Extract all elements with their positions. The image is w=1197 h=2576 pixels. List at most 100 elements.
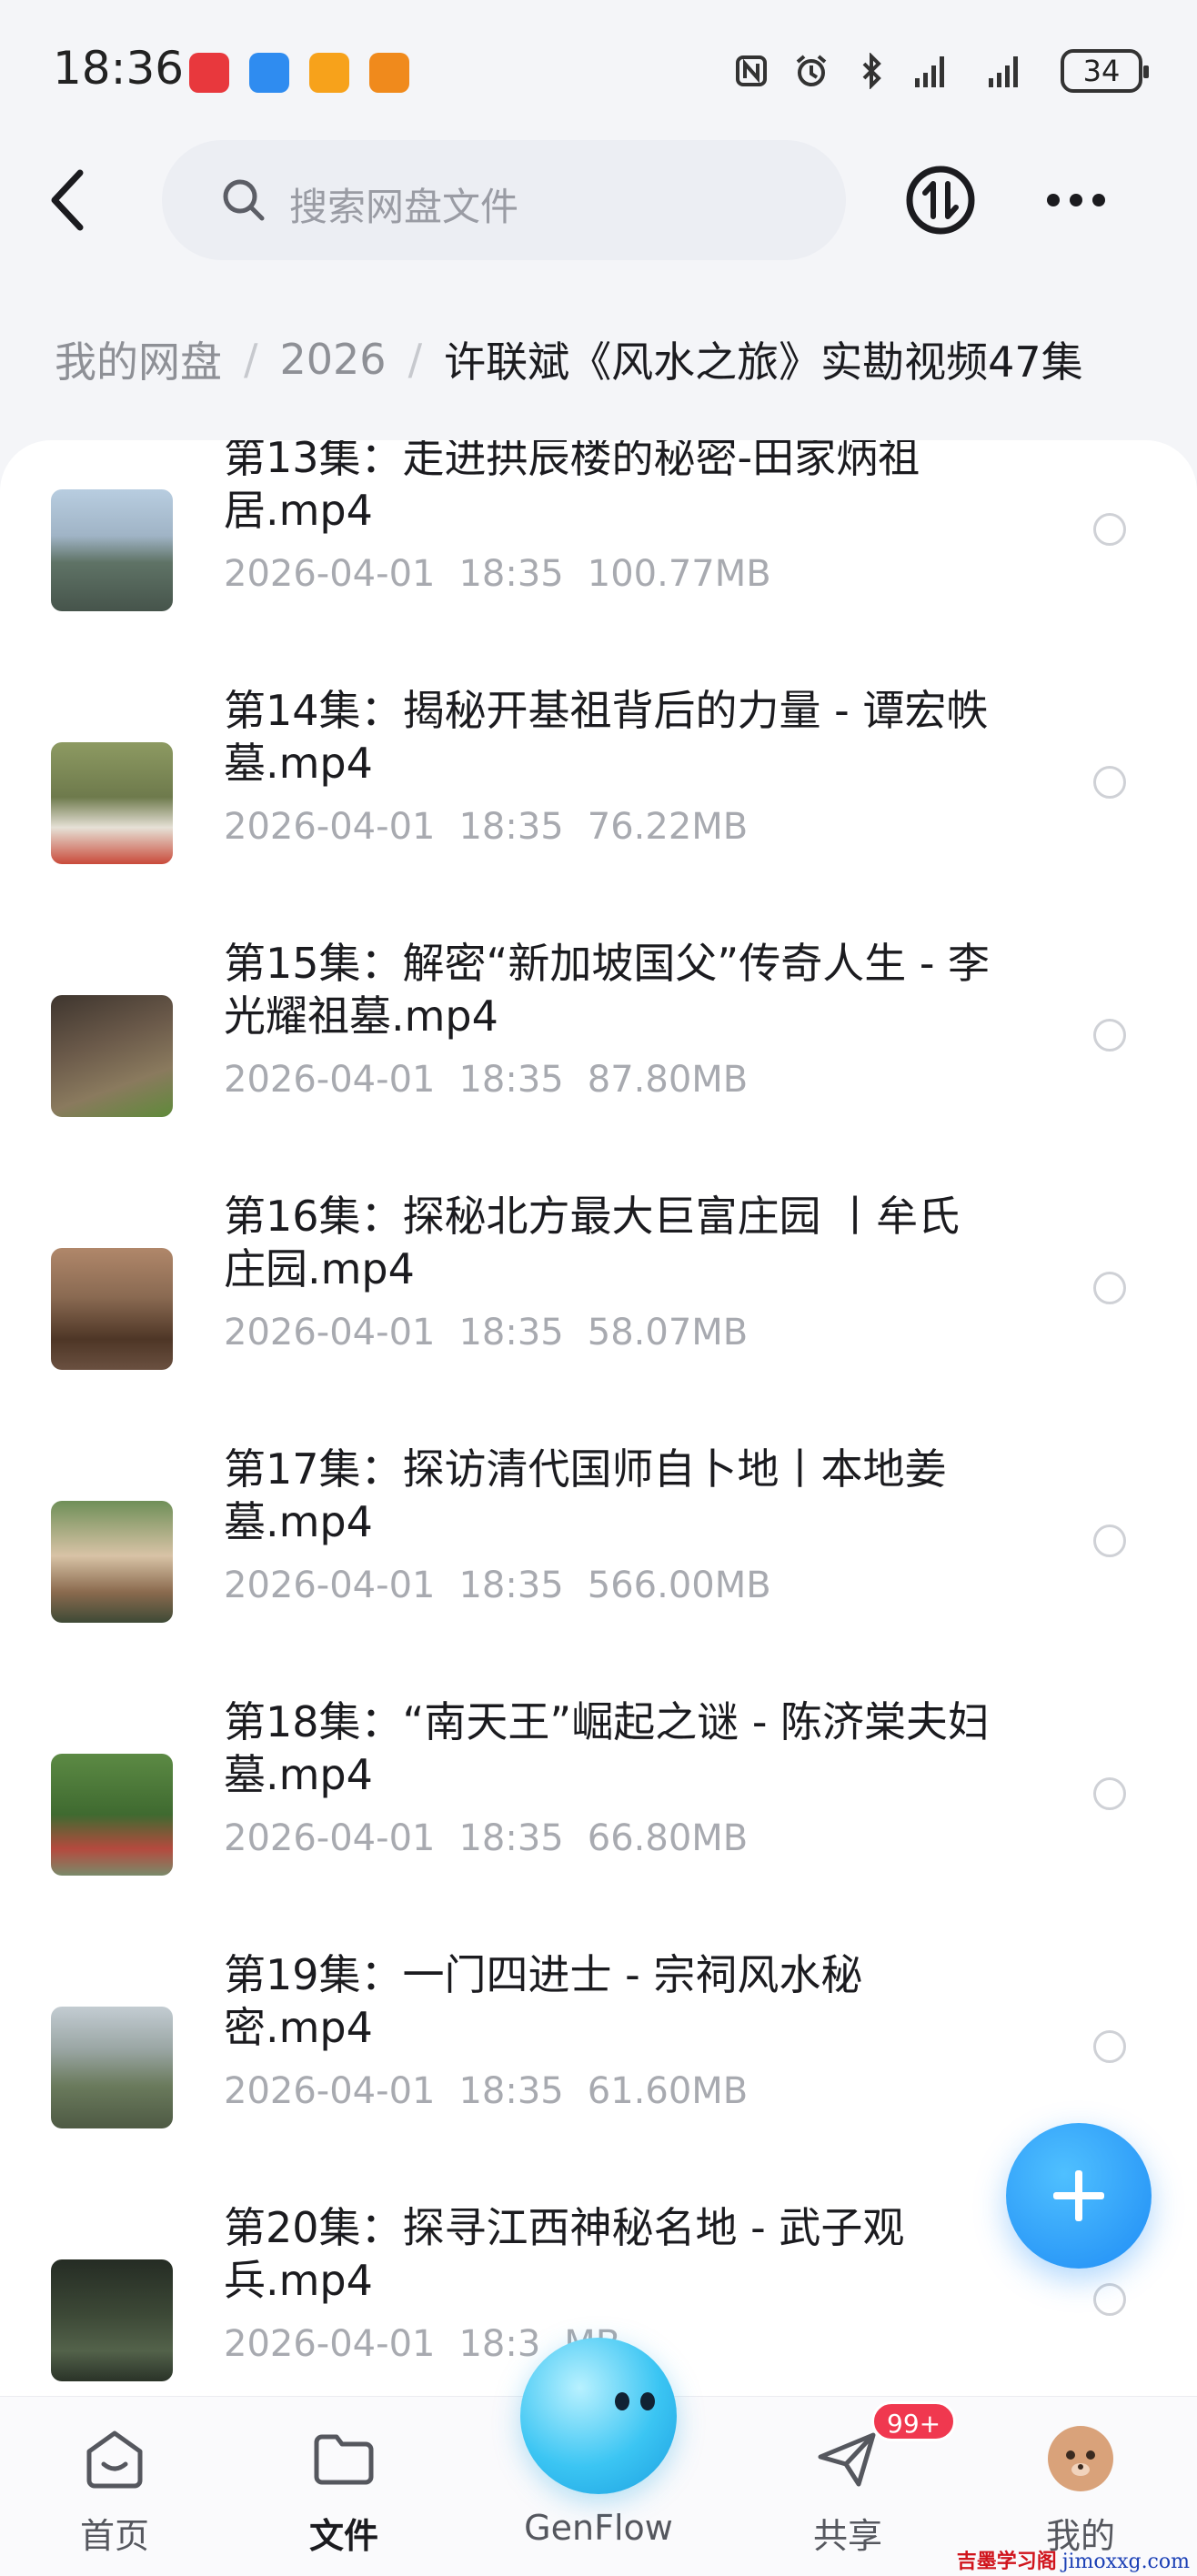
file-meta: 2026-04-01 18:35 566.00MB xyxy=(224,1565,795,1606)
app-notification-icon xyxy=(189,53,229,93)
watermark-en: jimoxxg.com xyxy=(1061,2551,1190,2573)
select-checkbox[interactable] xyxy=(1093,766,1126,799)
search-bar[interactable]: 搜索网盘文件 xyxy=(162,140,846,260)
video-thumbnail xyxy=(51,742,173,864)
back-arrow-icon[interactable] xyxy=(44,164,98,236)
file-time: 18:3 xyxy=(458,2323,541,2365)
status-bar: 18:36 34 xyxy=(0,0,1197,136)
file-name: 第14集：揭秘开基祖背后的力量 - 谭宏帙墓.mp4 xyxy=(224,686,989,788)
orb-eye xyxy=(615,2392,629,2410)
share-icon xyxy=(818,2432,876,2487)
file-date: 2026-04-01 xyxy=(224,806,436,848)
file-date: 2026-04-01 xyxy=(224,2323,436,2365)
file-time: 18:35 xyxy=(458,1817,564,1859)
file-size: 58.07MB xyxy=(587,1312,749,1353)
select-checkbox[interactable] xyxy=(1093,2030,1126,2063)
file-time: 18:35 xyxy=(458,2070,564,2112)
nav-home[interactable]: 首页 xyxy=(24,2397,206,2576)
nav-files[interactable]: 文件 xyxy=(253,2397,435,2576)
file-size: 566.00MB xyxy=(587,1565,771,1606)
video-thumbnail xyxy=(51,1248,173,1370)
file-time: 18:35 xyxy=(458,553,564,595)
breadcrumb-separator: / xyxy=(407,335,423,384)
search-placeholder: 搜索网盘文件 xyxy=(289,185,519,229)
file-meta: 2026-04-01 18:35 58.07MB xyxy=(224,1312,771,1353)
select-checkbox[interactable] xyxy=(1093,1524,1126,1557)
breadcrumb-2026[interactable]: 2026 xyxy=(280,335,387,384)
alarm-icon xyxy=(796,55,827,86)
file-name: 第19集：一门四进士 - 宗祠风水秘密.mp4 xyxy=(224,1950,863,2052)
file-row[interactable]: 第16集：探秘北方最大巨富庄园 丨牟氏庄园.mp4 2026-04-01 18:3… xyxy=(0,1190,1197,1443)
bluetooth-icon xyxy=(862,53,881,89)
breadcrumb-current-folder: 许联斌《风水之旅》实勘视频47集 xyxy=(444,337,1083,387)
file-size: 100.77MB xyxy=(587,553,771,595)
file-size: 66.80MB xyxy=(587,1817,749,1859)
file-meta: 2026-04-01 18:35 66.80MB xyxy=(224,1817,771,1859)
file-row[interactable]: 第17集：探访清代国师自卜地丨本地姜墓.mp4 2026-04-01 18:35 5… xyxy=(0,1443,1197,1696)
file-row[interactable]: 第13集：走进拱辰楼的秘密-田家炳祖居.mp4 2026-04-01 18:35 1… xyxy=(0,440,1197,684)
add-button[interactable] xyxy=(1006,2123,1152,2269)
select-checkbox[interactable] xyxy=(1093,1272,1126,1304)
file-date: 2026-04-01 xyxy=(224,1059,436,1101)
select-checkbox[interactable] xyxy=(1093,513,1126,546)
video-thumbnail xyxy=(51,1501,173,1623)
video-thumbnail xyxy=(51,489,173,611)
nav-label: 首页 xyxy=(79,2516,149,2556)
file-time: 18:35 xyxy=(458,1312,564,1353)
signal-icon xyxy=(915,56,944,87)
file-size: 76.22MB xyxy=(587,806,749,848)
video-thumbnail xyxy=(51,2259,173,2381)
status-time: 18:36 xyxy=(53,42,185,95)
file-name: 第20集：探寻江西神秘名地 - 武子观兵.mp4 xyxy=(224,2203,905,2305)
breadcrumb-separator: / xyxy=(244,335,258,384)
file-time: 18:35 xyxy=(458,1565,564,1606)
select-checkbox[interactable] xyxy=(1093,1777,1126,1810)
file-name: 第18集：“南天王”崛起之谜 - 陈济棠夫妇墓.mp4 xyxy=(224,1697,991,1799)
select-checkbox[interactable] xyxy=(1093,2283,1126,2316)
folder-icon xyxy=(314,2434,374,2485)
file-row[interactable]: 第18集：“南天王”崛起之谜 - 陈济棠夫妇墓.mp4 2026-04-01 18… xyxy=(0,1696,1197,1948)
notification-app-icons xyxy=(189,53,409,93)
file-meta: 2026-04-01 18:35 76.22MB xyxy=(224,806,771,848)
video-thumbnail xyxy=(51,2007,173,2128)
orb-eye xyxy=(640,2392,655,2410)
file-size: 87.80MB xyxy=(587,1059,749,1101)
app-notification-icon xyxy=(249,53,289,93)
file-meta: 2026-04-01 18:35 61.60MB xyxy=(224,2070,771,2112)
share-notification-badge: 99+ xyxy=(871,2401,957,2441)
file-date: 2026-04-01 xyxy=(224,1565,436,1606)
more-icon[interactable] xyxy=(1044,187,1108,213)
video-thumbnail xyxy=(51,1754,173,1876)
watermark: 吉墨学习阁 jimoxxg.com xyxy=(957,2545,1190,2574)
file-row[interactable]: 第14集：揭秘开基祖背后的力量 - 谭宏帙墓.mp4 2026-04-01 18:… xyxy=(0,684,1197,937)
file-meta: 2026-04-01 18:35 100.77MB xyxy=(224,553,795,595)
breadcrumb-my-drive[interactable]: 我的网盘 xyxy=(55,329,222,389)
watermark-cn: 吉墨学习阁 xyxy=(956,2550,1057,2573)
file-date: 2026-04-01 xyxy=(224,1312,436,1353)
signal-2-icon xyxy=(989,56,1018,87)
video-thumbnail xyxy=(51,995,173,1117)
nfc-icon xyxy=(736,55,767,86)
transfer-icon[interactable] xyxy=(904,164,977,236)
nav-label: GenFlow xyxy=(524,2508,673,2548)
file-date: 2026-04-01 xyxy=(224,1817,436,1859)
file-date: 2026-04-01 xyxy=(224,2070,436,2112)
select-checkbox[interactable] xyxy=(1093,1019,1126,1052)
file-name: 第15集：解密“新加坡国父”传奇人生 - 李光耀祖墓.mp4 xyxy=(224,939,991,1041)
file-list: 第13集：走进拱辰楼的秘密-田家炳祖居.mp4 2026-04-01 18:35 1… xyxy=(0,440,1197,2396)
system-status-icons: 34 xyxy=(733,49,1149,93)
nav-label: 文件 xyxy=(308,2516,378,2556)
file-name: 第17集：探访清代国师自卜地丨本地姜墓.mp4 xyxy=(224,1444,947,1546)
file-row[interactable]: 第15集：解密“新加坡国父”传奇人生 - 李光耀祖墓.mp4 2026-04-0… xyxy=(0,937,1197,1190)
app-notification-icon xyxy=(309,53,349,93)
search-icon xyxy=(223,179,265,221)
file-date: 2026-04-01 xyxy=(224,553,436,595)
genflow-icon[interactable] xyxy=(520,2338,677,2494)
avatar-icon xyxy=(1048,2426,1113,2491)
file-name: 第13集：走进拱辰楼的秘密-田家炳祖居.mp4 xyxy=(224,440,920,535)
nav-label: 共享 xyxy=(812,2516,882,2556)
breadcrumb: 我的网盘 / 2026 / 许联斌《风水之旅》实勘视频47集 xyxy=(55,329,1083,389)
file-time: 18:35 xyxy=(458,1059,564,1101)
file-name: 第16集：探秘北方最大巨富庄园 丨牟氏庄园.mp4 xyxy=(224,1192,961,1293)
file-meta: 2026-04-01 18:35 87.80MB xyxy=(224,1059,771,1101)
